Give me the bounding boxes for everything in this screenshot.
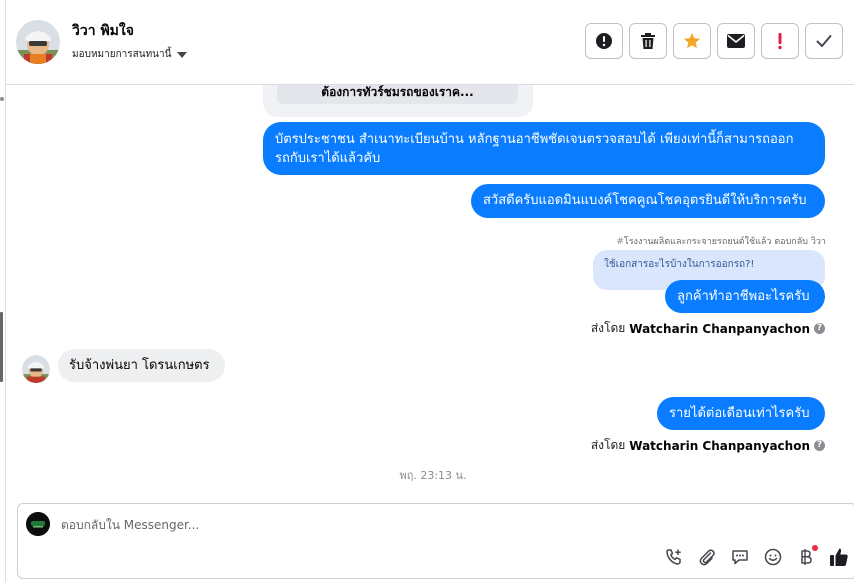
quoted-message-card: ต้องการทัวร์ชมรถของเราค... bbox=[263, 85, 533, 117]
mark-unread-button[interactable] bbox=[717, 23, 755, 59]
envelope-icon bbox=[727, 34, 745, 48]
message-text: สวัสดีครับแอดมินแบงค์โชคคูณโชคอุตรยินดีใ… bbox=[483, 193, 807, 208]
quoted-message-button[interactable]: ต้องการทัวร์ชมรถของเราค... bbox=[277, 85, 518, 104]
reply-input[interactable] bbox=[61, 516, 561, 534]
delete-button[interactable] bbox=[629, 23, 667, 59]
conversation-header: วิวา พิมใจ มอบหมายการสนทนานี้ bbox=[6, 0, 854, 85]
exclamation-icon bbox=[778, 33, 782, 50]
paperclip-icon bbox=[699, 549, 715, 566]
message-text: รายได้ต่อเดือนเท่าไรครับ bbox=[669, 406, 810, 421]
checkmark-icon bbox=[816, 35, 832, 47]
contact-avatar[interactable] bbox=[16, 20, 60, 64]
notification-dot bbox=[812, 545, 818, 551]
help-icon[interactable]: ? bbox=[814, 323, 825, 334]
reply-context-text: โรงงานผลิตและกระจายรถยนต์ใช้แล้ว ตอบกลับ… bbox=[623, 237, 826, 247]
agent-name[interactable]: Watcharin Chanpanyachon bbox=[629, 439, 810, 453]
chevron-down-icon bbox=[177, 52, 188, 58]
alert-circle-icon bbox=[596, 33, 612, 49]
message-text-line: รถกับเราได้แล้วคับ bbox=[275, 151, 381, 166]
sent-by-prefix: ส่งโดย bbox=[590, 321, 626, 335]
trash-icon bbox=[641, 33, 655, 49]
reply-composer bbox=[17, 503, 854, 579]
page-avatar bbox=[26, 512, 50, 536]
mark-done-button[interactable] bbox=[805, 23, 843, 59]
sent-by-label: ส่งโดย Watcharin Chanpanyachon ? bbox=[591, 319, 825, 338]
saved-replies-button[interactable] bbox=[730, 547, 750, 567]
outgoing-message[interactable]: ลูกค้าทำอาชีพอะไรครับ bbox=[665, 280, 825, 313]
payment-button[interactable] bbox=[796, 545, 818, 567]
left-panel-scrollbar[interactable] bbox=[0, 312, 3, 382]
message-timestamp: พฤ. 23:13 น. bbox=[399, 469, 467, 482]
chat-bubble-icon bbox=[732, 550, 748, 565]
composer-toolbar bbox=[664, 545, 849, 567]
like-button[interactable] bbox=[829, 547, 849, 567]
attach-button[interactable] bbox=[697, 547, 717, 567]
left-panel-edge bbox=[0, 0, 6, 582]
hash-icon: # bbox=[616, 237, 624, 247]
star-icon bbox=[684, 33, 700, 49]
flag-button[interactable] bbox=[761, 23, 799, 59]
conversation-toolbar bbox=[585, 23, 843, 59]
sent-by-label: ส่งโดย Watcharin Chanpanyachon ? bbox=[591, 436, 825, 455]
outgoing-message[interactable]: รายได้ต่อเดือนเท่าไรครับ bbox=[657, 397, 825, 430]
contact-avatar-small[interactable] bbox=[22, 355, 50, 383]
smiley-icon bbox=[764, 548, 782, 566]
star-button[interactable] bbox=[673, 23, 711, 59]
outgoing-message[interactable]: บัตรประชาชน สำเนาทะเบียนบ้าน หลักฐานอาชี… bbox=[263, 122, 825, 175]
assign-conversation-label: มอบหมายการสนทนานี้ bbox=[72, 49, 172, 60]
message-text: ลูกค้าทำอาชีพอะไรครับ bbox=[677, 289, 810, 304]
call-button[interactable] bbox=[664, 547, 684, 567]
emoji-button[interactable] bbox=[763, 547, 783, 567]
mark-spam-button[interactable] bbox=[585, 23, 623, 59]
phone-plus-icon bbox=[666, 549, 681, 565]
outgoing-message[interactable]: สวัสดีครับแอดมินแบงค์โชคคูณโชคอุตรยินดีใ… bbox=[471, 184, 825, 218]
thumbs-up-icon bbox=[830, 548, 848, 566]
left-edge-dot bbox=[0, 97, 4, 101]
baht-icon bbox=[801, 549, 812, 565]
message-text-line: บัตรประชาชน สำเนาทะเบียนบ้าน หลักฐานอาชี… bbox=[275, 132, 794, 147]
help-icon[interactable]: ? bbox=[814, 440, 825, 451]
sent-by-prefix: ส่งโดย bbox=[590, 438, 626, 452]
quoted-reply-text: ใช้เอกสารอะไรบ้างในการออกรถ?! bbox=[604, 259, 755, 270]
reply-context-caption: #โรงงานผลิตและกระจายรถยนต์ใช้แล้ว ตอบกลั… bbox=[616, 234, 826, 248]
assign-conversation-dropdown[interactable]: มอบหมายการสนทนานี้ bbox=[72, 47, 188, 62]
incoming-message[interactable]: รับจ้างพ่นยา โดรนเกษตร bbox=[58, 349, 225, 382]
agent-name[interactable]: Watcharin Chanpanyachon bbox=[629, 322, 810, 336]
message-text: รับจ้างพ่นยา โดรนเกษตร bbox=[69, 358, 210, 373]
contact-name[interactable]: วิวา พิมใจ bbox=[72, 20, 134, 42]
